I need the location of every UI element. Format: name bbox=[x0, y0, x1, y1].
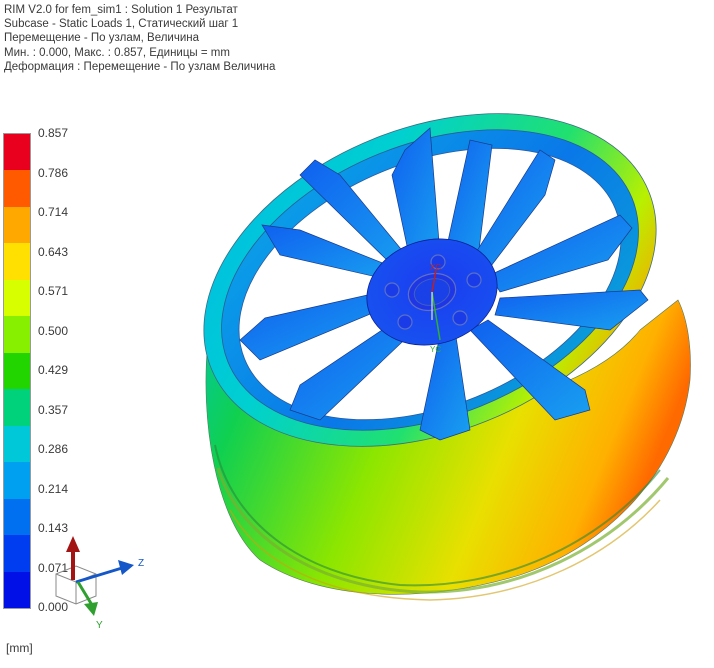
triad-x-axis bbox=[66, 536, 80, 580]
triad-cube bbox=[55, 565, 97, 605]
view-orientation-triad[interactable]: Z Y bbox=[0, 0, 714, 668]
triad-z-label: Z bbox=[138, 558, 144, 569]
triad-y-axis: Y bbox=[76, 581, 103, 631]
triad-y-label: Y bbox=[96, 620, 103, 631]
